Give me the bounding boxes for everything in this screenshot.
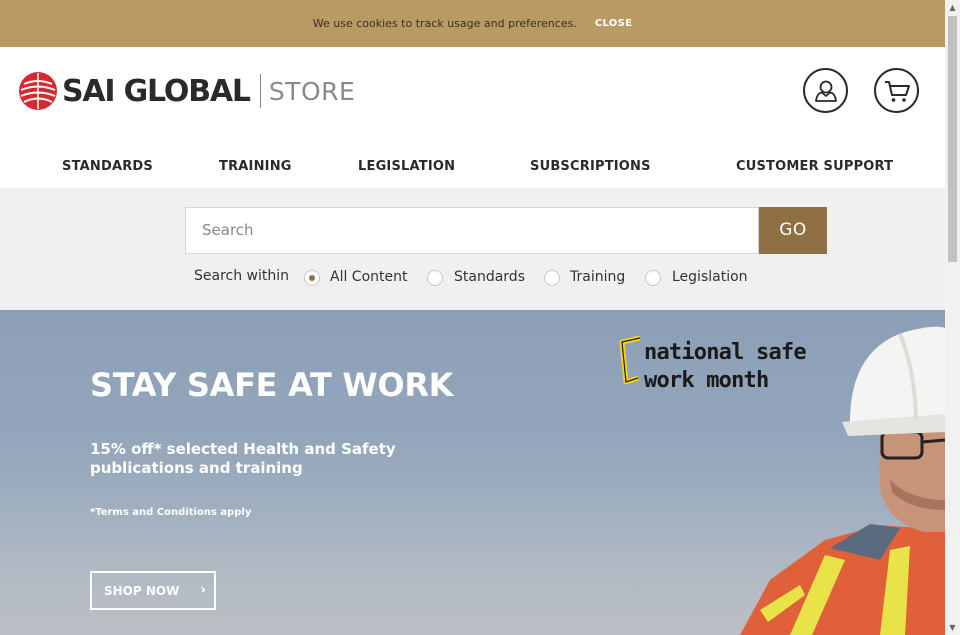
cookie-close-button[interactable]: CLOSE — [595, 18, 632, 29]
main-nav: STANDARDS TRAINING LEGISLATION SUBSCRIPT… — [0, 151, 945, 181]
radio-legislation[interactable] — [645, 270, 661, 286]
shop-now-label: SHOP NOW — [104, 583, 180, 598]
logo-wordmark: SAI GLOBAL — [62, 73, 251, 109]
account-button[interactable] — [803, 68, 848, 113]
chevron-right-icon: › — [200, 582, 206, 598]
sai-global-logo-icon — [19, 72, 57, 110]
search-input[interactable]: Search — [185, 207, 759, 254]
scroll-up-arrow-icon[interactable]: ▲ — [945, 0, 960, 15]
cart-icon — [884, 80, 910, 102]
site-header: SAI GLOBAL STORE STANDARDS TRAINING LEGI… — [0, 47, 945, 188]
nav-training[interactable]: TRAINING — [219, 159, 292, 174]
logo-divider — [259, 74, 261, 108]
cookie-message: We use cookies to track usage and prefer… — [312, 17, 577, 30]
nav-legislation[interactable]: LEGISLATION — [358, 159, 455, 174]
badge-bracket-icon — [619, 336, 641, 385]
cart-button[interactable] — [874, 68, 919, 113]
radio-legislation-label[interactable]: Legislation — [672, 269, 748, 285]
nav-standards[interactable]: STANDARDS — [62, 159, 153, 174]
page-scrollbar[interactable]: ▲ ▼ — [945, 0, 960, 635]
user-icon — [814, 80, 837, 102]
radio-all-content[interactable] — [304, 270, 320, 286]
nav-subscriptions[interactable]: SUBSCRIPTIONS — [530, 159, 651, 174]
search-panel: Search GO Search within All Content Stan… — [0, 188, 945, 310]
worker-photo — [740, 326, 945, 635]
scrollbar-thumb[interactable] — [948, 16, 957, 262]
logo-store-label: STORE — [268, 76, 356, 106]
search-within-label: Search within — [194, 268, 290, 284]
cookie-banner: We use cookies to track usage and prefer… — [0, 0, 945, 47]
scroll-down-arrow-icon[interactable]: ▼ — [945, 620, 960, 635]
hero-terms: *Terms and Conditions apply — [90, 507, 252, 518]
nav-customer-support[interactable]: CUSTOMER SUPPORT — [736, 159, 893, 174]
shop-now-button[interactable]: SHOP NOW › — [90, 571, 216, 610]
search-go-button[interactable]: GO — [759, 207, 827, 254]
hero-title: STAY SAFE AT WORK — [90, 366, 454, 404]
sai-global-logo[interactable]: SAI GLOBAL STORE — [18, 71, 355, 111]
radio-training-label[interactable]: Training — [570, 269, 625, 285]
radio-training[interactable] — [544, 270, 560, 286]
hero-subtitle: 15% off* selected Health and Safety publ… — [90, 440, 396, 477]
radio-standards-label[interactable]: Standards — [454, 269, 525, 285]
radio-all-content-label[interactable]: All Content — [330, 269, 408, 285]
radio-standards[interactable] — [427, 270, 443, 286]
hero-banner: STAY SAFE AT WORK 15% off* selected Heal… — [0, 310, 945, 635]
